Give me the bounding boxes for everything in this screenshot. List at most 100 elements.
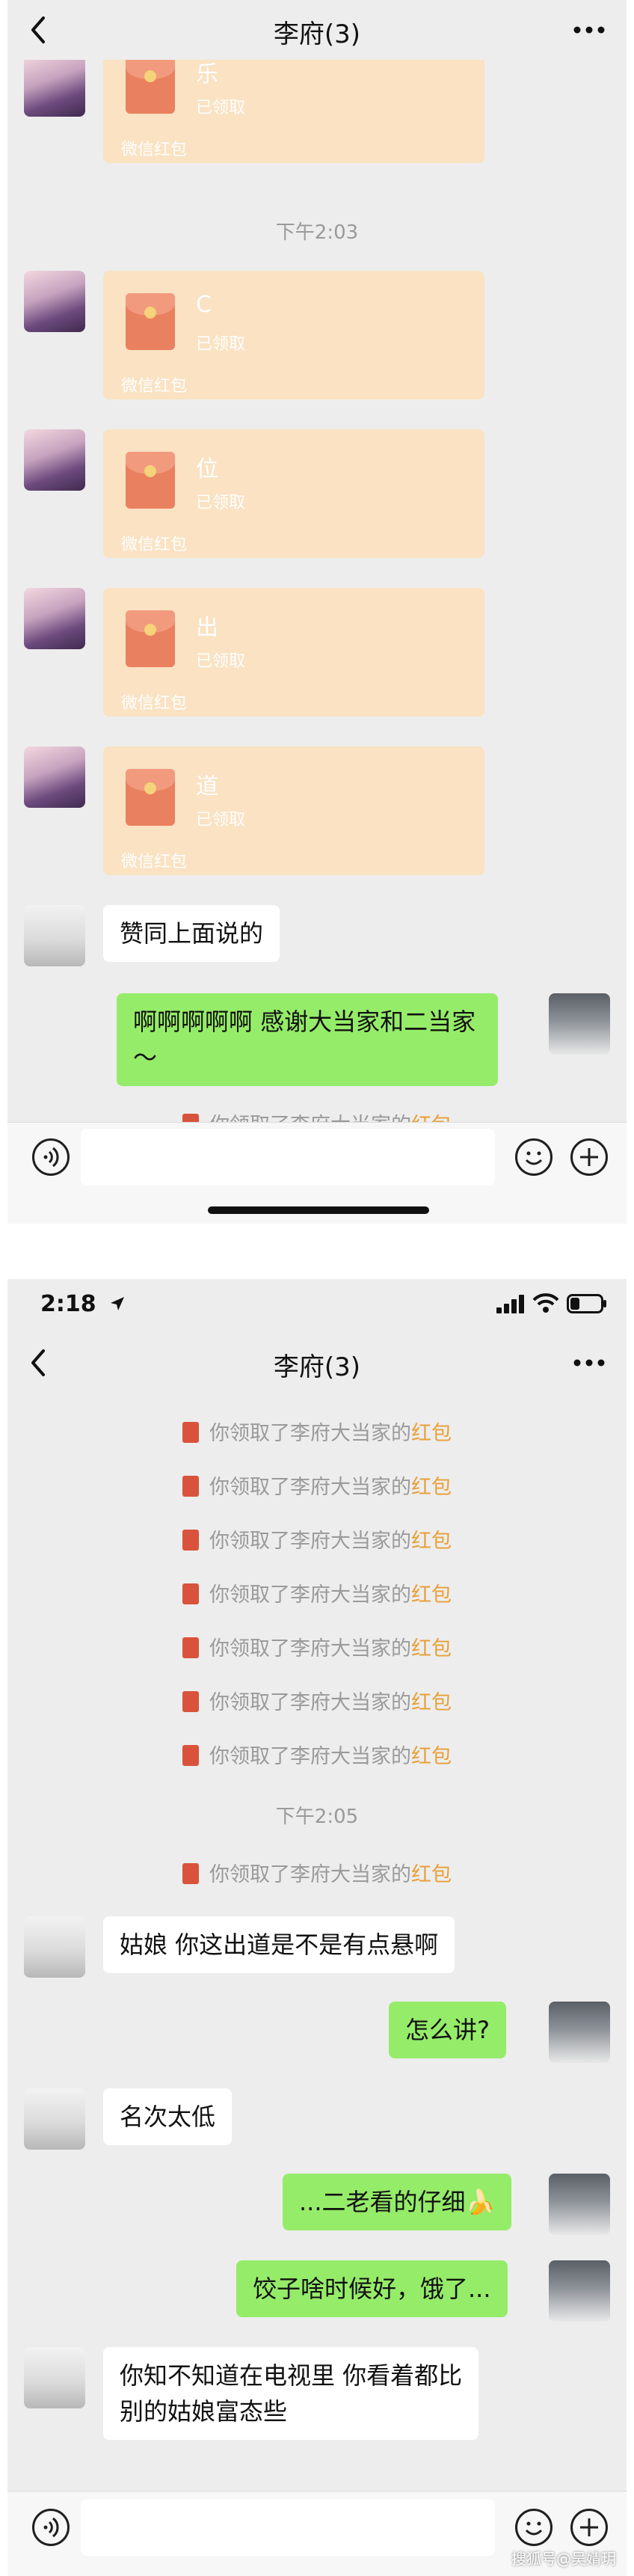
avatar-girl[interactable] (24, 271, 85, 332)
signal-icon (496, 1295, 524, 1313)
more-dots-icon[interactable] (568, 12, 610, 48)
red-packet-card[interactable]: C 已领取 微信红包 (103, 271, 484, 399)
red-packet-footer: 微信红包 (121, 141, 188, 159)
red-packet-icon (182, 1583, 199, 1604)
system-notice: 你领取了李府大当家的红包 (7, 1858, 627, 1887)
red-packet-icon (182, 1863, 199, 1884)
avatar-girl[interactable] (24, 588, 85, 649)
message-bubble[interactable]: 名次太低 (103, 2088, 233, 2145)
avatar-man[interactable] (24, 2088, 85, 2150)
red-packet-footer: 微信红包 (121, 377, 188, 396)
red-packet-status: 已领取 (196, 811, 246, 829)
message-bubble[interactable]: 姑娘 你这出道是不是有点悬啊 (103, 1916, 455, 1973)
notice-text: 你领取了李府大当家的 (209, 1583, 411, 1607)
emoji-icon[interactable] (514, 2508, 553, 2547)
red-packet-link[interactable]: 红包 (411, 1422, 452, 1445)
notice-text: 你领取了李府大当家的 (209, 1476, 411, 1499)
my-message-bubble[interactable]: ...二老看的仔细🍌 (283, 2174, 512, 2230)
message-input[interactable] (81, 2499, 495, 2556)
my-message-bubble[interactable]: 怎么讲? (389, 2002, 506, 2058)
status-time: 2:18 (40, 1291, 96, 1317)
avatar-me[interactable] (549, 2174, 610, 2235)
avatar-me[interactable] (549, 2002, 610, 2063)
red-packet-footer: 微信红包 (121, 853, 188, 871)
time-divider: 下午2:05 (275, 1806, 359, 1828)
red-packet-link[interactable]: 红包 (411, 1863, 452, 1886)
red-packet-icon (182, 1691, 199, 1712)
home-indicator[interactable] (208, 1206, 429, 1214)
red-packet-status: 已领取 (196, 652, 246, 671)
chat-title: 李府(3) (273, 1352, 361, 1382)
red-packet-card[interactable]: 道 已领取 微信红包 (103, 746, 484, 875)
red-packet-icon (126, 610, 175, 667)
chat-screen-2: 你领取了李府大当家的红包 你领取了李府大当家的红包 你领取了李府大当家的红包 你… (7, 1279, 627, 2576)
message-bubble[interactable]: 你知不知道在电视里 你看着都比 别的姑娘富态些 (103, 2347, 479, 2440)
system-notice: 你领取了李府大当家的红包 (7, 1524, 627, 1554)
message-input[interactable] (81, 1129, 495, 1186)
add-icon[interactable] (570, 1138, 609, 1177)
time-divider: 下午2:03 (275, 221, 359, 244)
notice-text: 你领取了李府大当家的 (209, 1422, 411, 1445)
red-packet-message: 位 (196, 456, 218, 482)
message-list-2[interactable]: 你领取了李府大当家的红包 你领取了李府大当家的红包 你领取了李府大当家的红包 你… (7, 1393, 627, 2515)
message-text: 别的姑娘富态些 (120, 2397, 288, 2426)
emoji-icon[interactable] (514, 1138, 553, 1177)
my-message-bubble[interactable]: 啊啊啊啊啊 感谢大当家和二当家 ～ (117, 993, 498, 1086)
red-packet-icon (182, 1637, 199, 1658)
more-dots-icon[interactable] (568, 1345, 610, 1381)
avatar-girl[interactable] (24, 429, 85, 491)
message-text: ～ (133, 1043, 158, 1072)
red-packet-link[interactable]: 红包 (411, 1637, 452, 1660)
battery-icon (567, 1294, 606, 1313)
red-packet-message: 道 (196, 773, 218, 800)
chat-title: 李府(3) (273, 19, 361, 49)
message-bubble[interactable]: 赞同上面说的 (103, 905, 280, 962)
red-packet-icon (126, 293, 175, 350)
red-packet-status: 已领取 (196, 99, 246, 117)
red-packet-icon (126, 57, 175, 114)
red-packet-card[interactable]: 出 已领取 微信红包 (103, 588, 484, 717)
red-packet-link[interactable]: 红包 (411, 1476, 452, 1499)
avatar-me[interactable] (549, 993, 610, 1055)
system-notice: 你领取了李府大当家的红包 (7, 1578, 627, 1607)
red-packet-message: 乐 (196, 61, 218, 88)
message-text: 啊啊啊啊啊 感谢大当家和二当家 (133, 1008, 476, 1036)
avatar-man[interactable] (24, 905, 85, 966)
red-packet-link[interactable]: 红包 (411, 1691, 452, 1714)
system-notice: 你领取了李府大当家的红包 (7, 1417, 627, 1446)
system-notice: 你领取了李府大当家的红包 (7, 1471, 627, 1500)
red-packet-message: 出 (196, 615, 218, 641)
avatar-me[interactable] (549, 2260, 610, 2322)
red-packet-link[interactable]: 红包 (411, 1745, 452, 1768)
notice-text: 你领取了李府大当家的 (209, 1691, 411, 1714)
red-packet-icon (126, 769, 175, 826)
red-packet-icon (182, 1745, 199, 1766)
voice-icon[interactable] (31, 2508, 70, 2547)
avatar-man[interactable] (24, 2347, 85, 2408)
message-list-1[interactable]: 乐 已领取 微信红包 下午2:03 C 已领取 微信红包 位 已领取 微信红包 … (7, 34, 627, 1137)
input-bar (7, 1122, 627, 1224)
red-packet-link[interactable]: 红包 (411, 1583, 452, 1607)
nav-bar: 李府(3) (7, 1333, 627, 1393)
chat-screen-1: 乐 已领取 微信红包 下午2:03 C 已领取 微信红包 位 已领取 微信红包 … (7, 0, 627, 1224)
red-packet-link[interactable]: 红包 (411, 1530, 452, 1553)
voice-icon[interactable] (31, 1138, 70, 1177)
avatar-girl[interactable] (24, 55, 85, 117)
add-icon[interactable] (570, 2508, 609, 2547)
red-packet-icon (126, 452, 175, 509)
system-notice: 你领取了李府大当家的红包 (7, 1740, 627, 1769)
avatar-man[interactable] (24, 1916, 85, 1978)
wifi-icon (532, 1293, 559, 1313)
red-packet-footer: 微信红包 (121, 694, 188, 713)
red-packet-card[interactable]: 位 已领取 微信红包 (103, 429, 484, 558)
my-message-bubble[interactable]: 饺子啥时候好，饿了... (236, 2260, 508, 2317)
notice-text: 你领取了李府大当家的 (209, 1530, 411, 1553)
system-notice: 你领取了李府大当家的红包 (7, 1686, 627, 1715)
avatar-girl[interactable] (24, 746, 85, 808)
status-bar: 2:18 (7, 1279, 627, 1333)
notice-text: 你领取了李府大当家的 (209, 1745, 411, 1768)
location-arrow-icon (111, 1297, 124, 1310)
system-notice: 你领取了李府大当家的红包 (7, 1632, 627, 1661)
notice-text: 你领取了李府大当家的 (209, 1637, 411, 1660)
notice-text: 你领取了李府大当家的 (209, 1863, 411, 1886)
